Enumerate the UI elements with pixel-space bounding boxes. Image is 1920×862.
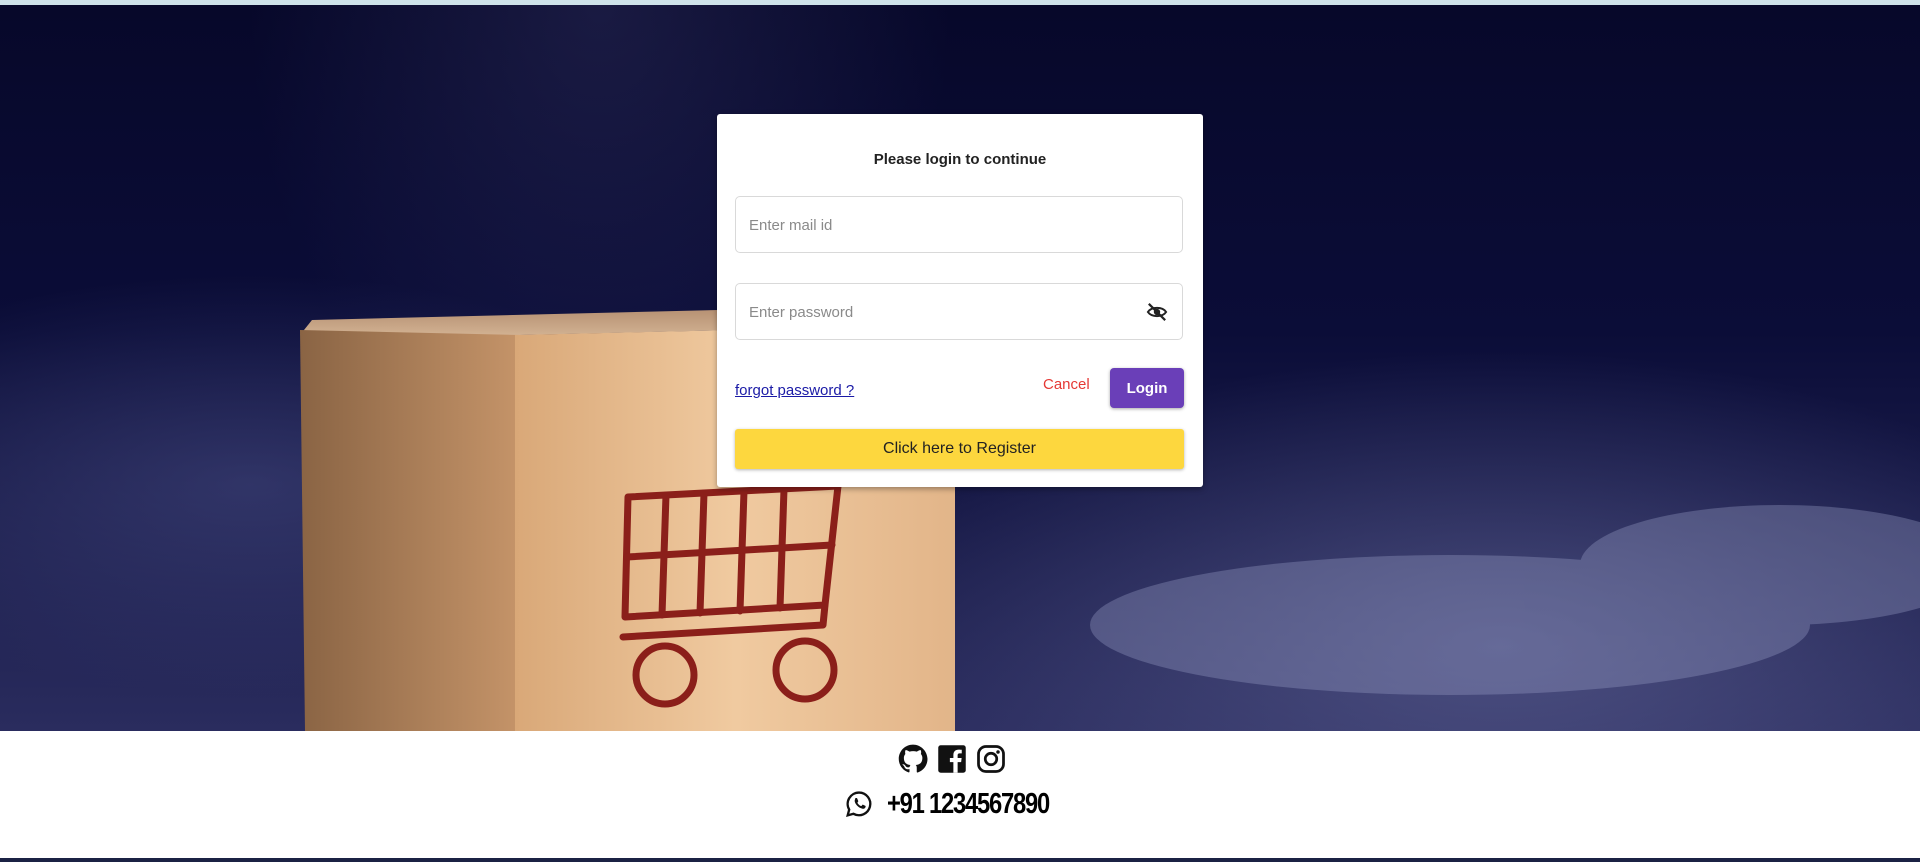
instagram-icon[interactable] [976, 744, 1006, 774]
hero-background: Please login to continue forgot password… [0, 5, 1920, 731]
password-field[interactable] [735, 283, 1183, 341]
eye-off-icon[interactable] [1146, 302, 1168, 322]
facebook-icon[interactable] [937, 744, 967, 774]
login-button[interactable]: Login [1110, 368, 1184, 408]
email-field[interactable] [735, 196, 1183, 254]
bottom-strip [0, 858, 1920, 862]
login-title: Please login to continue [873, 151, 1047, 168]
social-links [898, 744, 1006, 774]
login-card: Please login to continue forgot password… [717, 114, 1203, 487]
whatsapp-icon[interactable] [845, 790, 873, 818]
email-input[interactable] [747, 197, 1131, 254]
password-input[interactable] [747, 284, 1131, 341]
register-button[interactable]: Click here to Register [735, 429, 1184, 469]
forgot-password-link[interactable]: forgot password ? [735, 382, 854, 399]
github-icon[interactable] [898, 744, 928, 774]
cancel-button[interactable]: Cancel [1043, 376, 1090, 393]
contact-row: +91 1234567890 [845, 786, 1085, 822]
phone-number: +91 1234567890 [887, 787, 1050, 820]
